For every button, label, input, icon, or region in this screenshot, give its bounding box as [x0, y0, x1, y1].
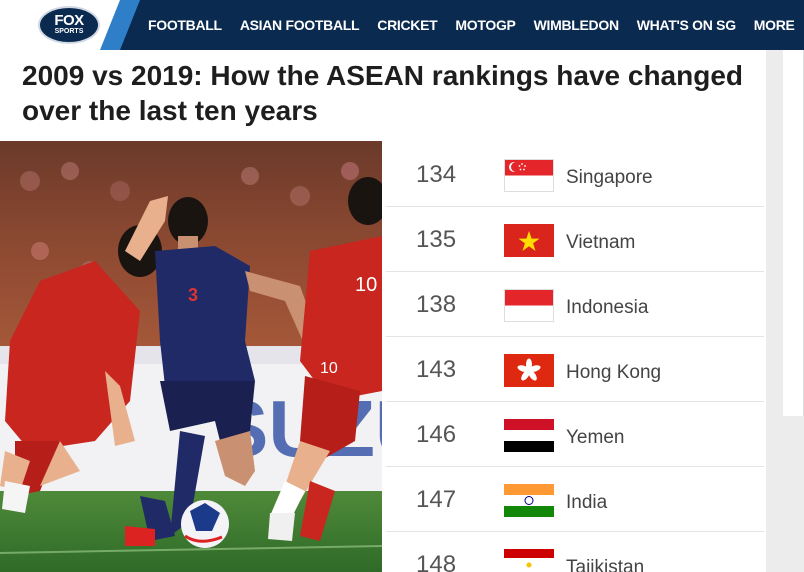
india-flag-icon [504, 484, 554, 517]
country-name: Singapore [566, 167, 653, 188]
table-row: 135 Vietnam [386, 208, 764, 272]
rank-value: 138 [416, 291, 457, 318]
rank-value: 147 [416, 486, 457, 513]
tajikistan-flag-icon [504, 549, 554, 572]
table-row: 138 Indonesia [386, 273, 764, 337]
country-name: India [566, 492, 608, 513]
table-row: 146 Yemen [386, 403, 764, 467]
vietnam-flag-icon [504, 224, 554, 257]
right-sidebar [783, 50, 804, 416]
country-name: Hong Kong [566, 362, 662, 383]
svg-text:10: 10 [320, 360, 338, 377]
rank-value: 134 [416, 161, 457, 188]
rank-value: 146 [416, 421, 457, 448]
rank-value: 143 [416, 356, 457, 383]
table-row: 134 Singapore [386, 143, 764, 207]
article-headline: 2009 vs 2019: How the ASEAN rankings hav… [22, 60, 744, 126]
hong-kong-flag-icon [504, 354, 554, 387]
country-name: Yemen [566, 427, 625, 448]
nav-asian-football[interactable]: ASIAN FOOTBALL [240, 17, 360, 33]
logo-text: FOX [54, 12, 84, 29]
nav-wimbledon[interactable]: WIMBLEDON [534, 17, 619, 33]
top-navigation-bar: FOX SPORTS FOOTBALL ASIAN FOOTBALL CRICK… [0, 0, 804, 50]
country-name: Indonesia [566, 297, 649, 318]
nav-motogp[interactable]: MOTOGP [455, 17, 515, 33]
article-photo: SUZU 3 [0, 141, 382, 572]
table-row: 148 Tajikistan [386, 533, 764, 572]
nav-football[interactable]: FOOTBALL [148, 17, 222, 33]
singapore-flag-icon [504, 159, 554, 192]
fox-sports-logo[interactable]: FOX SPORTS [38, 6, 100, 44]
nav-cricket[interactable]: CRICKET [377, 17, 437, 33]
indonesia-flag-icon [504, 289, 554, 322]
nav-whats-on-sg[interactable]: WHAT'S ON SG [637, 17, 736, 33]
yemen-flag-icon [504, 419, 554, 452]
main-nav: FOOTBALL ASIAN FOOTBALL CRICKET MOTOGP W… [148, 0, 804, 50]
football-match-photo: SUZU 3 [0, 141, 382, 572]
rankings-table: 134 Singapore 135 Vietnam 138 Indonesia … [386, 143, 766, 572]
table-row: 143 Hong Kong [386, 338, 764, 402]
logo-subtext: SPORTS [54, 28, 84, 35]
country-name: Vietnam [566, 232, 636, 253]
rank-value: 148 [416, 551, 457, 572]
rank-value: 135 [416, 226, 457, 253]
svg-text:10: 10 [355, 274, 377, 296]
football-ball [181, 500, 229, 548]
svg-text:3: 3 [188, 285, 198, 305]
nav-more[interactable]: MORE [754, 17, 795, 33]
table-row: 147 India [386, 468, 764, 532]
country-name: Tajikistan [566, 557, 645, 572]
